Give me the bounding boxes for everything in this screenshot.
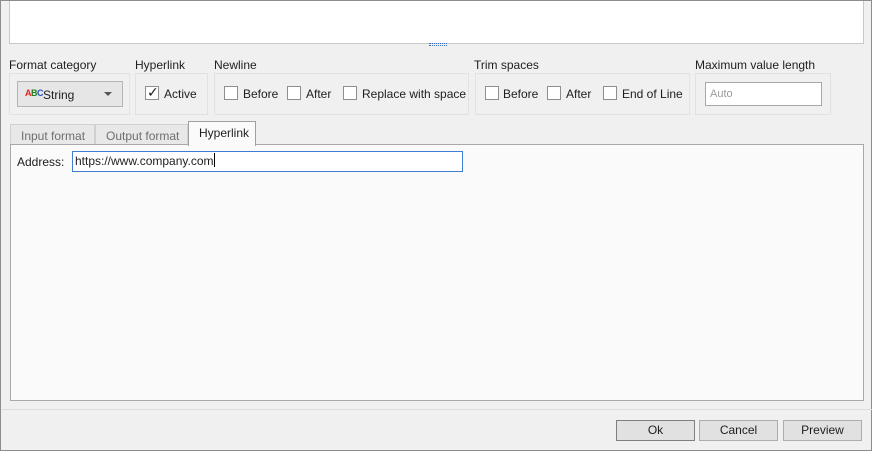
format-category-group: ABC String xyxy=(9,73,130,115)
address-label: Address: xyxy=(17,155,65,169)
preview-area xyxy=(9,1,864,44)
checkmark-icon: ✓ xyxy=(147,84,159,100)
newline-group: Before After Replace with space xyxy=(214,73,469,115)
max-length-input[interactable]: Auto xyxy=(705,82,822,106)
format-category-label: Format category xyxy=(9,58,97,72)
format-category-value: String xyxy=(43,88,75,102)
hyperlink-group: ✓ Active xyxy=(135,73,208,115)
dialog-window: Format category ABC String Hyperlink ✓ A… xyxy=(0,0,872,451)
newline-group-label: Newline xyxy=(214,58,257,72)
footer-divider xyxy=(2,409,872,410)
newline-replace-label: Replace with space xyxy=(362,87,467,101)
chevron-down-icon xyxy=(104,92,112,96)
trim-after-checkbox[interactable] xyxy=(547,86,561,100)
ok-button[interactable]: Ok xyxy=(616,420,695,441)
trim-spaces-group: Before After End of Line xyxy=(475,73,690,115)
tab-input-format[interactable]: Input format xyxy=(10,124,95,146)
hyperlink-active-label: Active xyxy=(164,87,197,101)
hyperlink-group-label: Hyperlink xyxy=(135,58,186,72)
hyperlink-tab-panel: Address: https://www.company.com xyxy=(10,144,864,401)
newline-before-label: Before xyxy=(243,87,279,101)
cancel-button[interactable]: Cancel xyxy=(699,420,778,441)
trim-before-checkbox[interactable] xyxy=(485,86,499,100)
text-caret xyxy=(213,153,215,167)
max-length-group: Auto xyxy=(695,73,831,115)
newline-replace-checkbox[interactable] xyxy=(343,86,357,100)
abc-string-icon: ABC xyxy=(25,88,44,98)
trim-spaces-group-label: Trim spaces xyxy=(474,58,539,72)
trim-before-label: Before xyxy=(503,87,539,101)
format-category-dropdown[interactable]: ABC String xyxy=(17,81,123,107)
newline-before-checkbox[interactable] xyxy=(224,86,238,100)
address-value: https://www.company.com xyxy=(75,154,214,168)
trim-end-of-line-checkbox[interactable] xyxy=(603,86,617,100)
address-input[interactable]: https://www.company.com xyxy=(72,151,463,172)
tab-output-format[interactable]: Output format xyxy=(95,124,188,146)
newline-after-checkbox[interactable] xyxy=(287,86,301,100)
tab-hyperlink[interactable]: Hyperlink xyxy=(188,121,256,146)
trim-after-label: After xyxy=(566,87,592,101)
splitter-handle[interactable] xyxy=(429,43,447,46)
max-length-label: Maximum value length xyxy=(695,58,816,72)
trim-end-of-line-label: End of Line xyxy=(622,87,683,101)
hyperlink-active-checkbox[interactable]: ✓ xyxy=(145,84,159,100)
preview-button[interactable]: Preview xyxy=(783,420,862,441)
newline-after-label: After xyxy=(306,87,332,101)
